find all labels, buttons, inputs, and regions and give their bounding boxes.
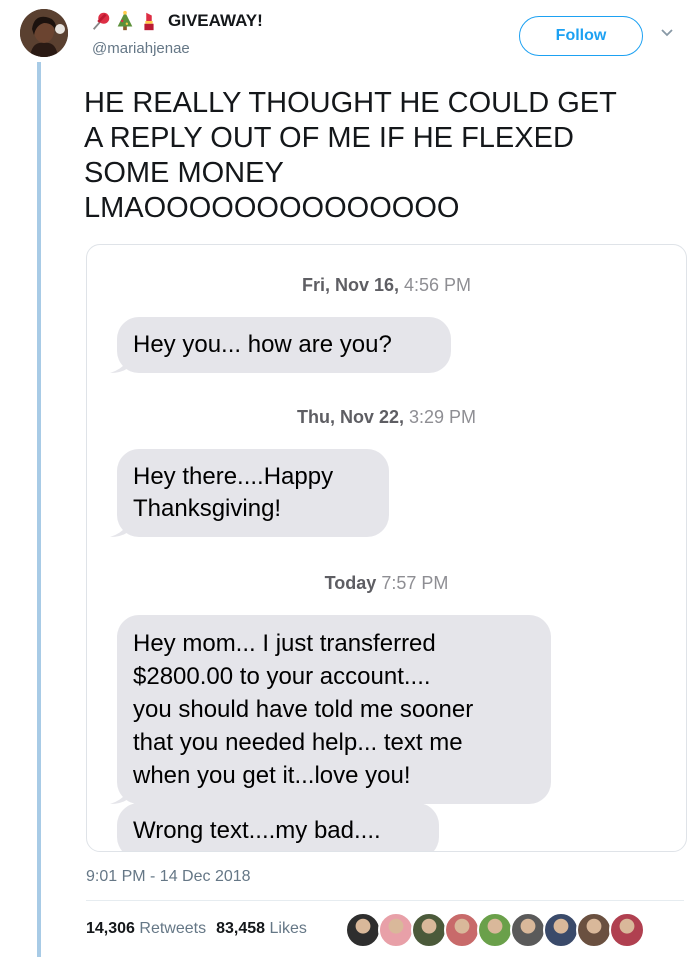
liker-avatar[interactable]	[477, 912, 513, 948]
tweet-text: HE REALLY THOUGHT HE COULD GET A REPLY O…	[84, 87, 617, 224]
liker-avatar[interactable]	[378, 912, 414, 948]
liker-avatars	[345, 912, 645, 948]
pushpin-emoji	[92, 12, 110, 30]
message-bubble: Hey mom... I just transferred $2800.00 t…	[110, 615, 551, 804]
liker-avatar[interactable]	[609, 912, 645, 948]
message-bubble: Hey you... how are you?	[110, 317, 451, 373]
tweet-timestamp[interactable]: 9:01 PM - 14 Dec 2018	[86, 868, 251, 886]
liker-avatar[interactable]	[543, 912, 579, 948]
christmas-tree-emoji	[117, 10, 133, 31]
thread-connector-line	[37, 62, 41, 957]
divider	[86, 900, 684, 901]
retweets-count[interactable]: 14,306 Retweets	[86, 920, 206, 938]
message-timestamp: Fri, Nov 16, 4:56 PM	[301, 275, 472, 295]
message-timestamp: Today 7:57 PM	[324, 573, 449, 593]
display-name-text: GIVEAWAY!	[168, 11, 263, 30]
tweet-media-screenshot[interactable]: Fri, Nov 16, 4:56 PM Hey you... how are …	[86, 244, 687, 852]
bubble-tail	[110, 355, 132, 373]
chevron-down-icon[interactable]	[660, 26, 674, 40]
lipstick-emoji	[144, 12, 154, 31]
liker-avatar[interactable]	[444, 912, 480, 948]
user-handle[interactable]: @mariahjenae	[92, 40, 190, 57]
bubble-tail	[110, 786, 132, 804]
message-timestamp: Thu, Nov 22, 3:29 PM	[296, 407, 477, 427]
liker-avatar[interactable]	[411, 912, 447, 948]
follow-button[interactable]: Follow	[519, 16, 643, 56]
message-bubble: Hey there....Happy Thanksgiving!	[110, 449, 389, 537]
liker-avatar[interactable]	[510, 912, 546, 948]
liker-avatar[interactable]	[576, 912, 612, 948]
likes-count[interactable]: 83,458 Likes	[216, 920, 307, 938]
tweet-stats: 14,306 Retweets 83,458 Likes	[86, 920, 307, 938]
bubble-tail	[110, 519, 132, 537]
avatar[interactable]	[20, 9, 68, 57]
liker-avatar[interactable]	[345, 912, 381, 948]
display-name[interactable]: GIVEAWAY!	[90, 8, 263, 34]
message-bubble: Wrong text....my bad....	[117, 803, 439, 851]
